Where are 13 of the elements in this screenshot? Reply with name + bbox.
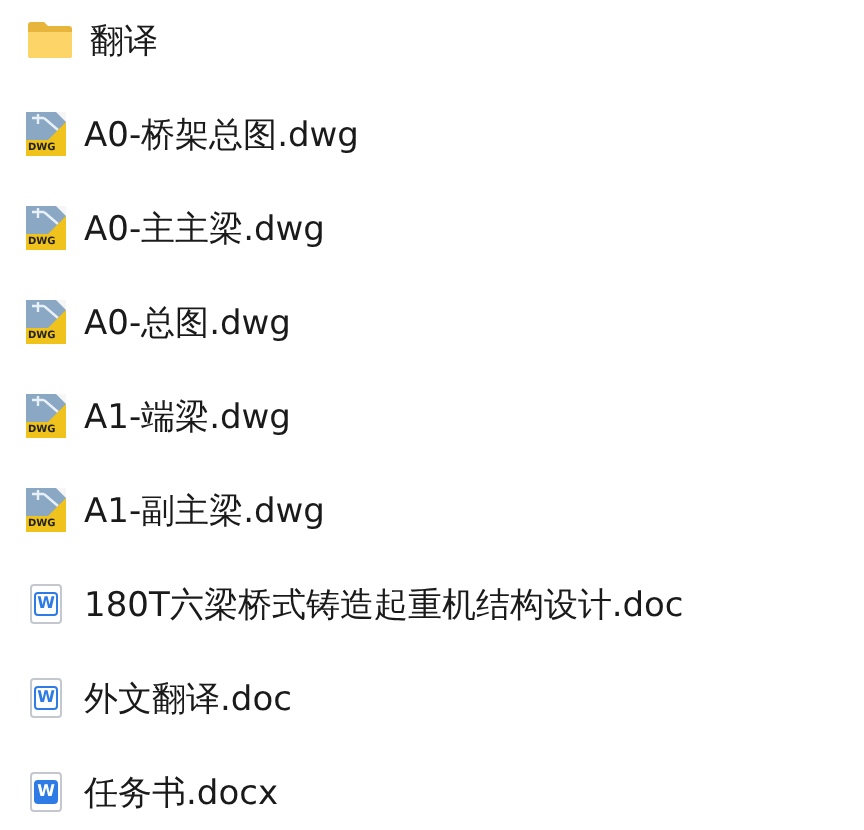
file-name[interactable]: 翻译 bbox=[90, 17, 158, 63]
file-name[interactable]: A1-端梁.dwg bbox=[84, 393, 291, 439]
file-name[interactable]: 180T六梁桥式铸造起重机结构设计.doc bbox=[84, 581, 684, 627]
file-name[interactable]: A1-副主梁.dwg bbox=[84, 487, 325, 533]
file-name[interactable]: 任务书.docx bbox=[84, 769, 279, 815]
file-name[interactable]: A0-主主梁.dwg bbox=[84, 205, 325, 251]
file-name[interactable]: 外文翻译.doc bbox=[84, 675, 292, 721]
file-name[interactable]: A0-桥架总图.dwg bbox=[84, 111, 359, 157]
doc-file-icon: W bbox=[30, 584, 62, 624]
doc-file-icon: W bbox=[30, 678, 62, 718]
folder-icon bbox=[28, 22, 72, 58]
docx-file-icon: W bbox=[30, 772, 62, 812]
file-name[interactable]: A0-总图.dwg bbox=[84, 299, 291, 345]
